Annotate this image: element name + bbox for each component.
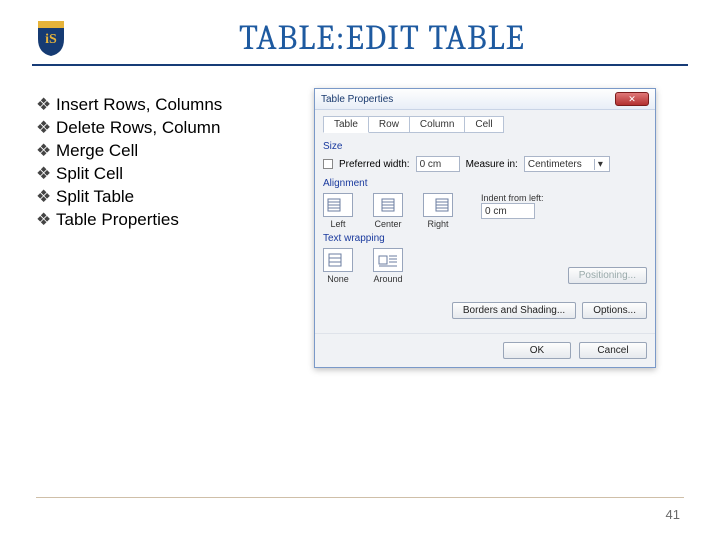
wrap-around-option[interactable] [373, 248, 403, 272]
align-right-label: Right [423, 219, 453, 229]
align-center-option[interactable] [373, 193, 403, 217]
indent-label: Indent from left: [481, 193, 544, 203]
borders-shading-button[interactable]: Borders and Shading... [452, 302, 576, 319]
ok-button[interactable]: OK [503, 342, 571, 359]
indent-input[interactable]: 0 cm [481, 203, 535, 219]
slide-title: TABLE:EDIT TABLE [80, 18, 684, 58]
list-item: Table Properties [36, 210, 296, 230]
wrapping-group-label: Text wrapping [323, 233, 647, 244]
preferred-width-input[interactable]: 0 cm [416, 156, 460, 172]
footer-rule [36, 497, 684, 498]
size-group-label: Size [323, 141, 647, 152]
preferred-width-label: Preferred width: [339, 159, 410, 170]
align-right-option[interactable] [423, 193, 453, 217]
tab-table[interactable]: Table [323, 116, 369, 133]
list-item: Split Table [36, 187, 296, 207]
measure-in-label: Measure in: [466, 159, 518, 170]
list-item: Delete Rows, Column [36, 118, 296, 138]
options-button[interactable]: Options... [582, 302, 647, 319]
align-left-option[interactable] [323, 193, 353, 217]
preferred-width-checkbox[interactable] [323, 159, 333, 169]
table-properties-dialog: Table Properties ✕ Table Row Column Cell… [314, 88, 656, 368]
cancel-button[interactable]: Cancel [579, 342, 647, 359]
wrap-around-label: Around [373, 274, 403, 284]
shield-logo: iS [36, 19, 66, 57]
measure-in-select[interactable]: Centimeters ▾ [524, 156, 610, 172]
title-rule [32, 64, 688, 66]
tab-column[interactable]: Column [409, 116, 465, 133]
bullet-list: Insert Rows, Columns Delete Rows, Column… [36, 88, 296, 368]
tab-cell[interactable]: Cell [464, 116, 503, 133]
list-item: Split Cell [36, 164, 296, 184]
align-center-label: Center [373, 219, 403, 229]
list-item: Insert Rows, Columns [36, 95, 296, 115]
list-item: Merge Cell [36, 141, 296, 161]
page-number: 41 [666, 507, 680, 522]
dialog-title-text: Table Properties [321, 94, 393, 105]
wrap-none-option[interactable] [323, 248, 353, 272]
dialog-titlebar: Table Properties ✕ [315, 89, 655, 110]
chevron-down-icon: ▾ [594, 159, 606, 170]
positioning-button[interactable]: Positioning... [568, 267, 647, 284]
wrap-none-label: None [323, 274, 353, 284]
align-left-label: Left [323, 219, 353, 229]
tab-row[interactable]: Row [368, 116, 410, 133]
alignment-group-label: Alignment [323, 178, 647, 189]
close-icon[interactable]: ✕ [615, 92, 649, 106]
svg-text:iS: iS [45, 32, 57, 47]
